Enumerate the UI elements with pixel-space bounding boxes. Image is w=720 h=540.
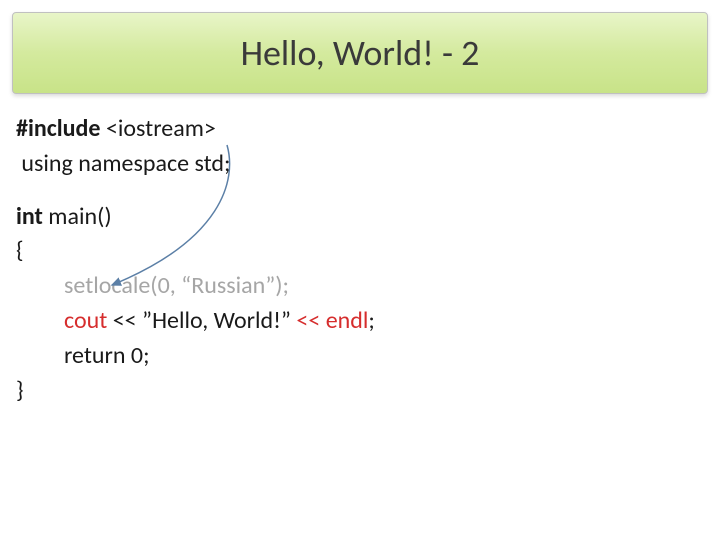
int-keyword: int: [16, 202, 43, 231]
semicolon: ;: [368, 306, 374, 335]
slide-title: Hello, World! - 2: [13, 31, 707, 75]
code-line-6: cout << ”Hello, World!” << endl;: [16, 304, 708, 339]
include-header: <iostream>: [101, 114, 216, 143]
include-keyword: #include: [16, 114, 101, 143]
code-line-2: using namespace std;: [16, 147, 708, 182]
endl-token: << endl: [296, 306, 368, 335]
code-block: #include <iostream> using namespace std;…: [12, 112, 708, 408]
code-line-1: #include <iostream>: [16, 112, 708, 147]
code-line-4: {: [16, 234, 708, 269]
main-decl: main(): [43, 202, 112, 231]
string-literal: ”Hello, World!”: [142, 306, 296, 335]
spacer: [16, 182, 708, 200]
code-line-8: }: [16, 374, 708, 409]
code-line-5: setlocale(0, “Russian”);: [16, 269, 708, 304]
code-line-7: return 0;: [16, 339, 708, 374]
code-line-3: int main(): [16, 200, 708, 235]
slide-title-bar: Hello, World! - 2: [12, 12, 708, 94]
cout-token: cout: [64, 306, 113, 335]
op-token-1: <<: [113, 306, 142, 335]
